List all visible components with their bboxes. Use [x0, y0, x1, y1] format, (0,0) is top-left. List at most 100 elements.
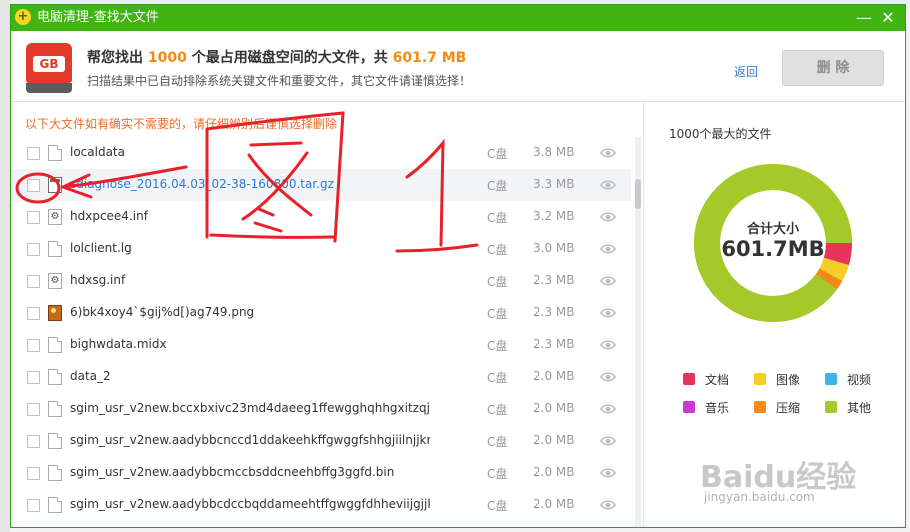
file-row[interactable]: data_2 C盘 2.0 MB [11, 361, 631, 393]
file-drive: C盘 [487, 307, 508, 321]
file-drive: C盘 [487, 243, 508, 257]
file-drive: C盘 [487, 371, 508, 385]
file-drive: C盘 [487, 179, 508, 193]
file-checkbox[interactable] [27, 275, 40, 288]
file-checkbox[interactable] [27, 467, 40, 480]
title-bar[interactable]: + 电脑清理-查找大文件 — ✕ [11, 5, 905, 31]
file-row[interactable]: sdiagnose_2016.04.03_02-38-160800.tar.gz… [11, 169, 631, 201]
legend-swatch [825, 373, 837, 385]
file-row[interactable]: localdata C盘 3.8 MB [11, 137, 631, 169]
preview-eye-icon[interactable] [600, 337, 616, 353]
preview-eye-icon[interactable] [600, 177, 616, 193]
preview-eye-icon[interactable] [600, 369, 616, 385]
file-name[interactable]: localdata [70, 145, 430, 159]
file-checkbox[interactable] [27, 403, 40, 416]
donut-segment-图像 [819, 257, 849, 282]
file-row[interactable]: 6)bk4xoy4`$gij%d[)ag749.png C盘 2.3 MB [11, 297, 631, 329]
file-size: 2.0 MB [533, 497, 575, 511]
summary-title: 1000个最大的文件 [669, 127, 772, 141]
back-link[interactable]: 返回 [734, 63, 758, 80]
blank-file-icon [48, 433, 62, 449]
legend-label: 视频 [847, 373, 872, 387]
legend-swatch [754, 373, 766, 385]
file-row[interactable]: sgim_usr_v2new.aadybbcnccd1ddakeehkffgwg… [11, 425, 631, 457]
file-checkbox[interactable] [27, 307, 40, 320]
file-size: 3.3 MB [533, 177, 575, 191]
close-button[interactable]: ✕ [877, 7, 899, 29]
preview-eye-icon[interactable] [600, 273, 616, 289]
list-scrollbar[interactable] [635, 137, 641, 527]
file-checkbox[interactable] [27, 371, 40, 384]
window-title: 电脑清理-查找大文件 [37, 10, 159, 25]
file-drive: C盘 [487, 467, 508, 481]
file-size: 2.3 MB [533, 305, 575, 319]
blank-file-icon [48, 145, 62, 161]
gear-file-icon: ⚙ [48, 273, 62, 289]
preview-eye-icon[interactable] [600, 465, 616, 481]
preview-eye-icon[interactable] [600, 305, 616, 321]
file-checkbox[interactable] [27, 179, 40, 192]
file-checkbox[interactable] [27, 243, 40, 256]
file-drive: C盘 [487, 403, 508, 417]
file-drive: C盘 [487, 435, 508, 449]
background-window-edge [0, 0, 10, 532]
blank-file-icon [48, 401, 62, 417]
file-name[interactable]: 6)bk4xoy4`$gij%d[)ag749.png [70, 305, 430, 319]
warning-text: 以下大文件如有确实不需要的，请仔细辨别后谨慎选择删除 [25, 117, 338, 131]
file-checkbox[interactable] [27, 211, 40, 224]
calendar-file-icon [48, 177, 62, 193]
file-name[interactable]: hdxpcee4.inf [70, 209, 430, 223]
scrollbar-thumb[interactable] [635, 179, 641, 209]
legend-swatch [683, 401, 695, 413]
legend-swatch [683, 373, 695, 385]
preview-eye-icon[interactable] [600, 433, 616, 449]
file-name[interactable]: bighwdata.midx [70, 337, 430, 351]
header-divider [11, 101, 905, 102]
donut-center-value: 601.7MB [721, 237, 825, 261]
file-row[interactable]: sgim_usr_v2new.aadybbcmccbsddcneehbffg3g… [11, 457, 631, 489]
file-size: 3.2 MB [533, 209, 575, 223]
delete-button[interactable]: 删 除 [782, 50, 884, 86]
minimize-button[interactable]: — [853, 7, 875, 29]
legend-label: 音乐 [705, 401, 730, 415]
file-name[interactable]: data_2 [70, 369, 430, 383]
file-drive: C盘 [487, 211, 508, 225]
legend-swatch [754, 401, 766, 413]
file-row[interactable]: ⚙ hdxsg.inf C盘 2.3 MB [11, 265, 631, 297]
file-checkbox[interactable] [27, 339, 40, 352]
preview-eye-icon[interactable] [600, 401, 616, 417]
file-name[interactable]: hdxsg.inf [70, 273, 430, 287]
file-name[interactable]: lolclient.lg [70, 241, 430, 255]
preview-eye-icon[interactable] [600, 145, 616, 161]
blank-file-icon [48, 465, 62, 481]
file-checkbox[interactable] [27, 499, 40, 512]
preview-eye-icon[interactable] [600, 209, 616, 225]
file-checkbox[interactable] [27, 147, 40, 160]
preview-eye-icon[interactable] [600, 241, 616, 257]
file-row[interactable]: ⚙ hdxpcee4.inf C盘 3.2 MB [11, 201, 631, 233]
file-count: 1000 [147, 50, 187, 66]
file-drive: C盘 [487, 499, 508, 513]
file-drive: C盘 [487, 275, 508, 289]
file-name[interactable]: sgim_usr_v2new.aadybbcmccbsddcneehbffg3g… [70, 465, 430, 479]
preview-eye-icon[interactable] [600, 497, 616, 513]
file-row[interactable]: lolclient.lg C盘 3.0 MB [11, 233, 631, 265]
file-name[interactable]: sgim_usr_v2new.bccxbxivc23md4daeeg1ffewg… [70, 401, 430, 415]
file-name[interactable]: sgim_usr_v2new.aadybbcdccbqddameehtffgwg… [70, 497, 430, 511]
file-row[interactable]: bighwdata.midx C盘 2.3 MB [11, 329, 631, 361]
file-row[interactable]: sgim_usr_v2new.bccxbxivc23md4daeeg1ffewg… [11, 393, 631, 425]
file-checkbox[interactable] [27, 435, 40, 448]
total-size: 601.7 MB [392, 50, 467, 66]
plus-logo-icon: + [15, 9, 31, 25]
file-size: 2.0 MB [533, 369, 575, 383]
legend-label: 文档 [705, 373, 730, 387]
file-name[interactable]: sgim_usr_v2new.aadybbcnccd1ddakeehkffgwg… [70, 433, 430, 447]
file-size: 2.0 MB [533, 433, 575, 447]
image-file-icon [48, 305, 62, 321]
file-list[interactable]: localdata C盘 3.8 MB sdiagnose_2016.04.03_02… [11, 137, 631, 527]
file-row[interactable]: sgim_usr_v2new.aadybbcdccbqddameehtffgwg… [11, 489, 631, 521]
blank-file-icon [48, 241, 62, 257]
file-size: 2.0 MB [533, 401, 575, 415]
file-name[interactable]: sdiagnose_2016.04.03_02-38-160800.tar.gz [70, 177, 430, 191]
legend-swatch [825, 401, 837, 413]
